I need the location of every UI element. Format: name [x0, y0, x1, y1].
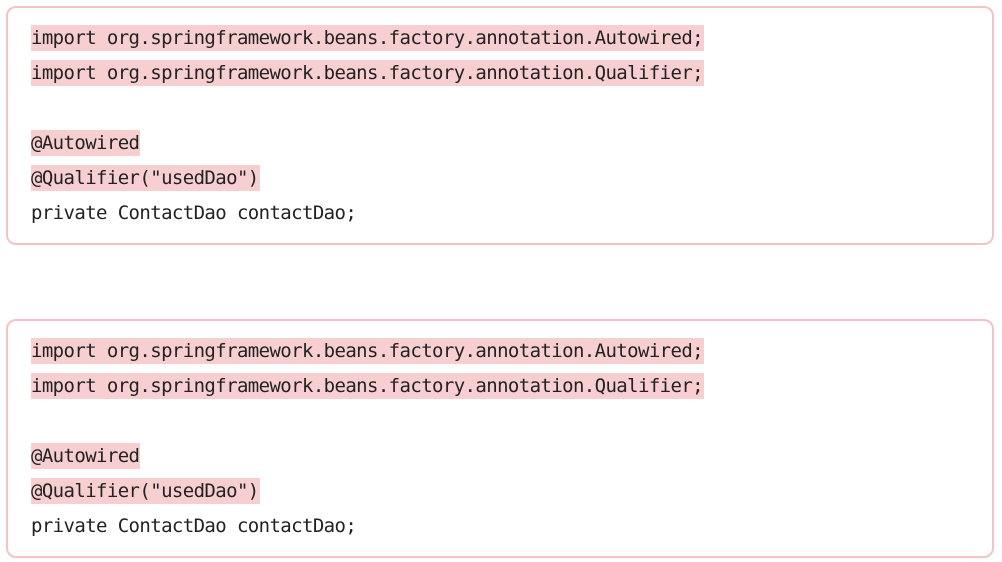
code-line-import-qualifier: import org.springframework.beans.factory… [31, 373, 705, 399]
code-line-import-autowired: import org.springframework.beans.factory… [31, 25, 705, 51]
code-line-field-declaration: private ContactDao contactDao; [31, 515, 357, 537]
code-line-field-declaration: private ContactDao contactDao; [31, 202, 357, 224]
code-line-autowired-annotation: @Autowired [31, 443, 141, 469]
code-line-autowired-annotation: @Autowired [31, 130, 141, 156]
code-line-qualifier-annotation: @Qualifier("usedDao") [31, 478, 260, 504]
code-block-1: import org.springframework.beans.factory… [6, 6, 994, 245]
code-line-import-qualifier: import org.springframework.beans.factory… [31, 60, 705, 86]
code-block-2: import org.springframework.beans.factory… [6, 319, 994, 558]
code-line-import-autowired: import org.springframework.beans.factory… [31, 338, 705, 364]
code-line-qualifier-annotation: @Qualifier("usedDao") [31, 165, 260, 191]
